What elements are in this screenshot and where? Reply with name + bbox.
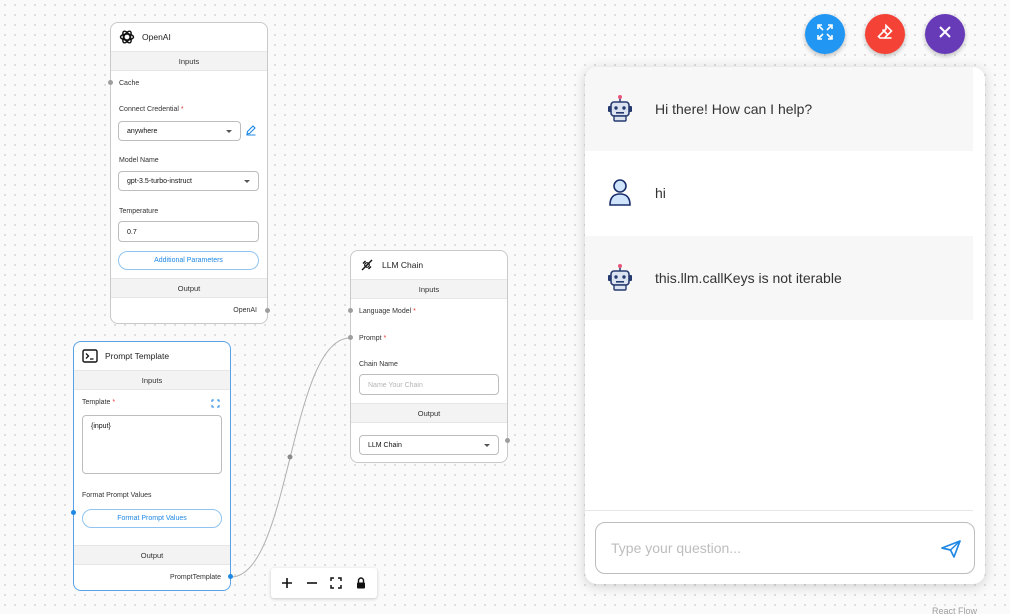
chat-input-box[interactable]: Type your question... — [595, 522, 975, 574]
plus-icon[interactable] — [277, 573, 297, 593]
chevron-down-icon — [484, 444, 490, 447]
cache-label: Cache — [119, 80, 140, 87]
terminal-icon — [82, 348, 98, 364]
llm-chain-node-header: LLM Chain — [351, 251, 507, 279]
model-select[interactable]: gpt-3.5-turbo-instruct — [118, 171, 259, 191]
canvas-controls — [271, 568, 377, 598]
close-icon — [937, 24, 953, 45]
output-section-header: Output — [351, 403, 507, 423]
minus-icon[interactable] — [302, 573, 322, 593]
close-chat-button[interactable] — [925, 14, 965, 54]
inputs-section-header: Inputs — [351, 279, 507, 299]
output-section-header: Output — [74, 545, 230, 565]
format-values-input-handle[interactable] — [71, 510, 76, 515]
lock-icon[interactable] — [351, 573, 371, 593]
credential-select[interactable]: anywhere — [118, 121, 241, 141]
edge-prompt-to-llm — [230, 337, 351, 578]
prompt-template-node[interactable]: Prompt Template Inputs Template * {input… — [73, 341, 231, 591]
template-textarea[interactable]: {input} — [82, 415, 222, 474]
chevron-down-icon — [226, 130, 232, 133]
edit-icon[interactable] — [245, 124, 257, 136]
node-title: OpenAI — [142, 32, 171, 42]
openai-output-label: OpenAI — [233, 307, 257, 314]
llm-chain-output-handle[interactable] — [505, 438, 510, 443]
model-value: gpt-3.5-turbo-instruct — [127, 177, 192, 185]
inputs-section-header: Inputs — [74, 370, 230, 390]
credential-value: anywhere — [127, 127, 158, 135]
chain-link-icon — [359, 257, 375, 273]
robot-icon — [585, 263, 655, 293]
node-title: LLM Chain — [382, 260, 424, 270]
language-model-input-handle[interactable] — [348, 308, 353, 313]
react-flow-attribution[interactable]: React Flow — [932, 606, 977, 614]
message-text: this.llm.callKeys is not iterable — [655, 270, 842, 286]
prompt-template-output-handle[interactable] — [228, 574, 233, 579]
credential-label: Connect Credential * — [119, 106, 184, 113]
robot-icon — [585, 94, 655, 124]
cache-input-handle[interactable] — [108, 80, 113, 85]
inputs-section-header: Inputs — [111, 51, 267, 71]
edge-midpoint — [287, 454, 293, 460]
chat-message-bot: this.llm.callKeys is not iterable — [585, 236, 973, 320]
person-icon — [585, 178, 655, 208]
llm-chain-node[interactable]: LLM Chain Inputs Language Model * Prompt… — [350, 250, 508, 463]
clear-chat-button[interactable] — [865, 14, 905, 54]
prompt-template-output-label: PromptTemplate — [170, 574, 221, 581]
chat-input-placeholder: Type your question... — [611, 540, 741, 556]
language-model-label: Language Model * — [359, 308, 416, 315]
message-text: Hi there! How can I help? — [655, 101, 813, 117]
llm-chain-output-value: LLM Chain — [368, 441, 402, 449]
template-label: Template * — [82, 399, 116, 406]
expand-chat-button[interactable] — [805, 14, 845, 54]
openai-logo-icon — [119, 29, 135, 45]
chat-divider — [585, 510, 973, 511]
chat-panel: Hi there! How can I help? hi this.llm.ca… — [585, 67, 985, 584]
temperature-input[interactable]: 0.7 — [118, 221, 259, 242]
openai-output-handle[interactable] — [265, 308, 270, 313]
format-prompt-values-button[interactable]: Format Prompt Values — [82, 509, 222, 528]
chain-name-input[interactable]: Name Your Chain — [359, 374, 499, 395]
node-title: Prompt Template — [105, 350, 170, 361]
prompt-label: Prompt * — [359, 335, 387, 342]
chain-name-label: Chain Name — [359, 361, 398, 368]
model-name-label: Model Name — [119, 157, 159, 164]
expand-icon — [816, 23, 834, 46]
openai-node[interactable]: OpenAI Inputs Cache Connect Credential *… — [110, 22, 268, 324]
format-prompt-values-label: Format Prompt Values — [82, 492, 152, 499]
additional-parameters-button[interactable]: Additional Parameters — [118, 251, 259, 270]
expand-icon[interactable] — [211, 399, 220, 408]
chevron-down-icon — [244, 180, 250, 183]
temperature-label: Temperature — [119, 208, 159, 215]
output-section-header: Output — [111, 278, 267, 298]
eraser-icon — [876, 23, 894, 46]
message-text: hi — [655, 185, 666, 201]
prompt-input-handle[interactable] — [348, 335, 353, 340]
fit-view-icon[interactable] — [326, 573, 346, 593]
llm-chain-output-select[interactable]: LLM Chain — [359, 435, 499, 455]
prompt-node-header: Prompt Template — [74, 342, 230, 369]
chat-message-user: hi — [585, 151, 973, 235]
send-icon[interactable] — [940, 539, 962, 564]
chat-message-bot: Hi there! How can I help? — [585, 67, 973, 151]
openai-node-header: OpenAI — [111, 23, 267, 51]
